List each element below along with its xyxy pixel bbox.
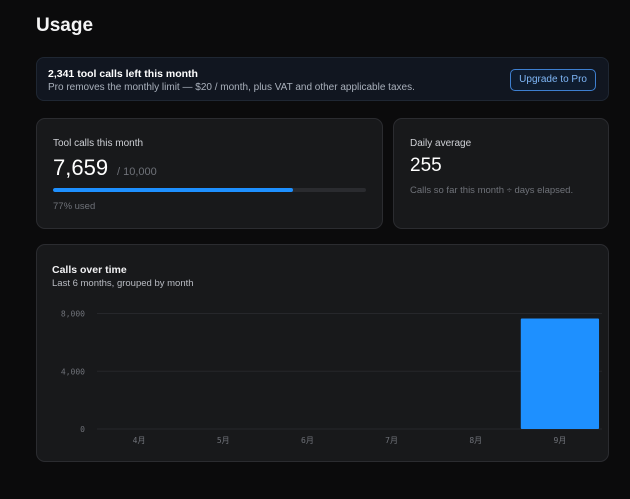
upgrade-banner: 2,341 tool calls left this month Pro rem… [36,57,609,101]
daily-average-label: Daily average [410,138,472,149]
calls-chart-card: Calls over time Last 6 months, grouped b… [36,244,609,462]
y-tick-label: 0 [80,425,85,434]
daily-average-card: Daily average 255 Calls so far this mont… [393,118,609,229]
upgrade-button[interactable]: Upgrade to Pro [510,69,596,91]
x-tick-label: 7月 [385,436,398,445]
tool-calls-value: 7,659 [53,155,109,180]
usage-progress-fill [53,188,293,192]
page-title: Usage [36,15,94,36]
banner-title: 2,341 tool calls left this month [48,68,198,80]
x-tick-label: 5月 [217,436,230,445]
bar-5[interactable] [520,318,600,429]
calls-bar-chart: 8,000 4,000 0 4月 5月 6月 7月 8月 9月 [61,310,602,445]
x-tick-label: 8月 [469,436,482,445]
usage-progress-bar [53,188,366,192]
banner-subtitle: Pro removes the monthly limit — $20 / mo… [48,82,415,93]
tool-calls-card: Tool calls this month 7,659 / 10,000 77%… [36,118,383,229]
tool-calls-label: Tool calls this month [53,138,144,149]
daily-average-note: Calls so far this month ÷ days elapsed. [410,185,574,196]
x-tick-label: 4月 [133,436,146,445]
daily-average-value: 255 [410,155,442,176]
tool-calls-limit: / 10,000 [117,166,157,178]
used-percent: 77% used [53,201,96,212]
y-tick-label: 4,000 [61,367,85,376]
x-tick-label: 9月 [554,436,567,445]
x-tick-label: 6月 [301,436,314,445]
y-tick-label: 8,000 [61,310,85,319]
